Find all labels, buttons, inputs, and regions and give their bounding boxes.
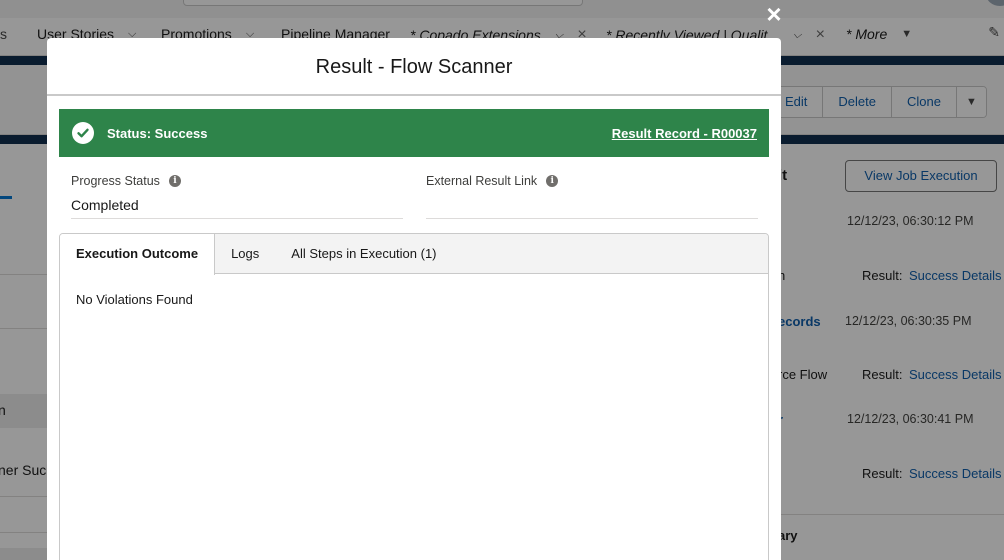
modal-header: Result - Flow Scanner — [47, 38, 781, 96]
modal-title: Result - Flow Scanner — [315, 56, 513, 78]
info-icon[interactable]: i — [168, 175, 181, 187]
progress-status-field: Progress Status i Completed — [71, 174, 403, 219]
status-text: Status: Success — [107, 125, 208, 141]
field-label: External Result Link i — [426, 174, 758, 188]
result-modal: Result - Flow Scanner Status: Success Re… — [47, 38, 781, 560]
tabset: Execution Outcome Logs All Steps in Exec… — [59, 233, 769, 560]
external-link-value — [426, 197, 758, 219]
close-icon[interactable]: × — [760, 0, 788, 28]
external-link-label: External Result Link — [426, 174, 538, 188]
tab-bar: Execution Outcome Logs All Steps in Exec… — [60, 234, 768, 275]
tab-execution-outcome[interactable]: Execution Outcome — [60, 234, 216, 275]
status-banner: Status: Success Result Record - R00037 — [59, 109, 769, 157]
tab-logs[interactable]: Logs — [215, 234, 275, 274]
progress-status-label: Progress Status — [71, 174, 160, 188]
info-icon[interactable]: i — [546, 175, 559, 187]
tab-all-steps[interactable]: All Steps in Execution (1) — [275, 234, 452, 274]
check-circle-icon — [72, 122, 94, 144]
progress-status-value: Completed — [71, 197, 403, 219]
tab-content: No Violations Found — [60, 274, 768, 325]
result-record-link[interactable]: Result Record - R00037 — [612, 126, 757, 141]
field-label: Progress Status i — [71, 174, 403, 188]
outcome-message: No Violations Found — [76, 292, 193, 307]
external-result-link-field: External Result Link i — [426, 174, 758, 219]
